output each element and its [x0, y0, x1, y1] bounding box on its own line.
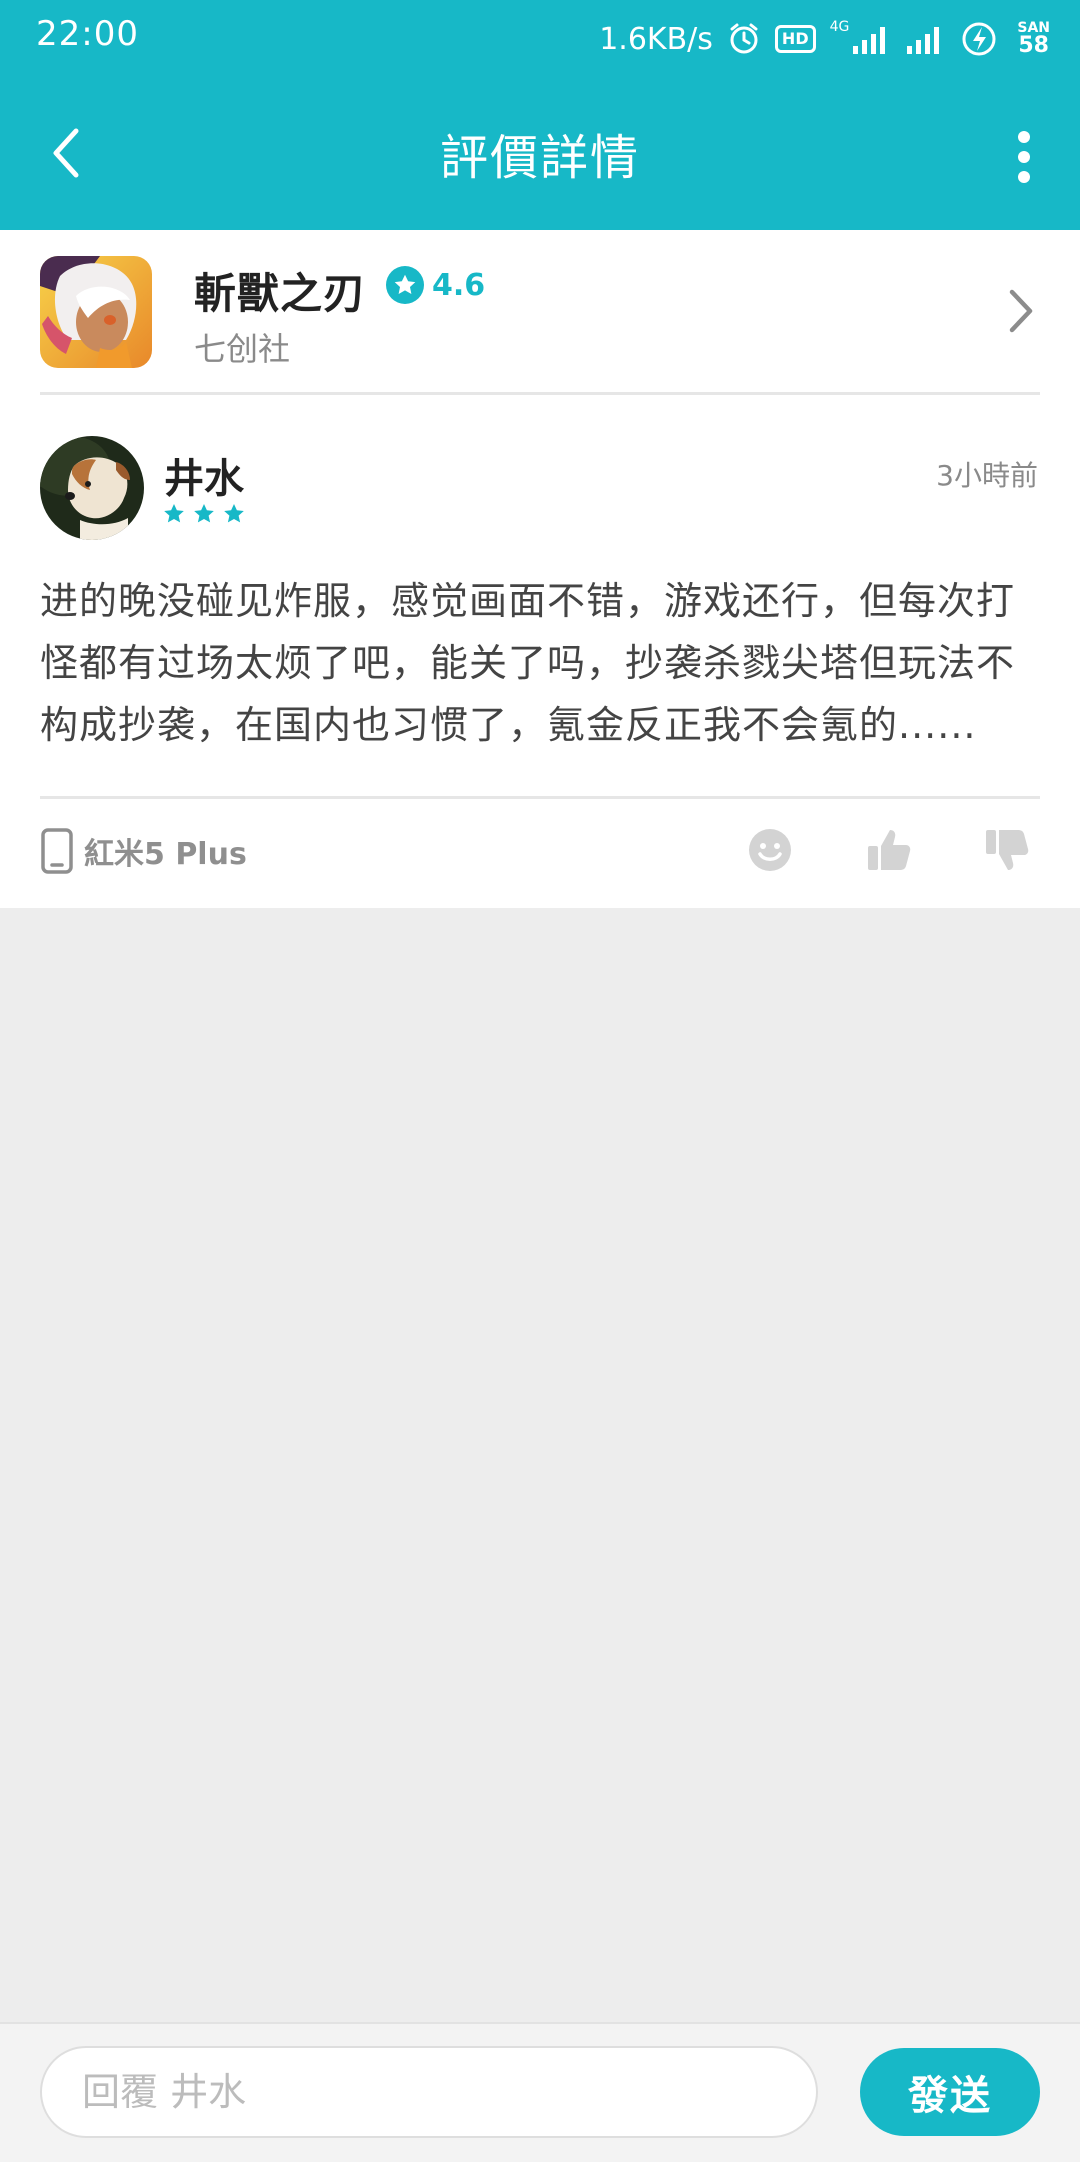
like-button[interactable] [862, 822, 918, 878]
phone-icon [41, 828, 73, 874]
status-icons: 1.6KB/s HD 4G SAN 58 [599, 16, 1050, 62]
device-name: 紅米5 Plus [84, 837, 247, 872]
app-header: 評價詳情 [0, 78, 1080, 230]
status-bar: 22:00 1.6KB/s HD 4G SAN 58 [0, 0, 1080, 78]
user-name: 井水 [164, 456, 244, 502]
review-time: 3小時前 [936, 459, 1038, 492]
battery-level: SAN 58 [1017, 21, 1050, 57]
status-time: 22:00 [36, 14, 139, 54]
more-vertical-icon [1018, 131, 1030, 143]
battery-percent: 58 [1018, 33, 1049, 58]
emoji-button[interactable] [742, 822, 798, 878]
avatar[interactable] [40, 436, 144, 540]
send-button[interactable]: 發送 [860, 2048, 1040, 2136]
review-text: 进的晚没碰见炸服，感觉画面不错，游戏还行，但每次打怪都有过场太烦了吧，能关了吗，… [40, 579, 1016, 747]
thumb-up-icon [868, 830, 911, 870]
dislike-button[interactable] [980, 822, 1036, 878]
signal-icon [905, 24, 945, 54]
device-info: 紅米5 Plus [40, 828, 247, 874]
game-name: 斬獸之刃 [194, 269, 367, 318]
star-icon [164, 504, 184, 523]
signal-4g-icon: 4G [830, 20, 892, 54]
rating-value: 4.6 [432, 267, 486, 303]
thumb-down-icon [986, 830, 1029, 870]
game-developer: 七创社 [194, 330, 291, 368]
star-icon [194, 504, 214, 523]
game-rating: 4.6 [386, 266, 485, 304]
reply-bar: 發送 [0, 2022, 1080, 2162]
network-type: 4G [829, 19, 850, 35]
star-circle-icon [386, 266, 424, 304]
network-speed: 1.6KB/s [599, 21, 713, 57]
review-card: 斬獸之刃 4.6 七创社 井水 3小時前 进的晚没碰见炸服，感觉画面不错，游戏还… [0, 230, 1080, 908]
divider [40, 796, 1040, 799]
battery-charging-icon [959, 21, 1003, 57]
reply-input[interactable] [40, 2046, 818, 2138]
star-icon [224, 504, 244, 523]
emoji-icon [749, 829, 791, 871]
page-title: 評價詳情 [439, 130, 640, 186]
game-info-row[interactable]: 斬獸之刃 4.6 七创社 [0, 230, 1080, 392]
divider [40, 392, 1040, 395]
hd-icon: HD [774, 25, 816, 53]
user-star-rating [162, 502, 246, 526]
alarm-icon [727, 22, 761, 56]
game-icon [40, 256, 152, 368]
more-options-button[interactable] [1014, 122, 1034, 192]
chevron-right-icon [1009, 289, 1033, 333]
